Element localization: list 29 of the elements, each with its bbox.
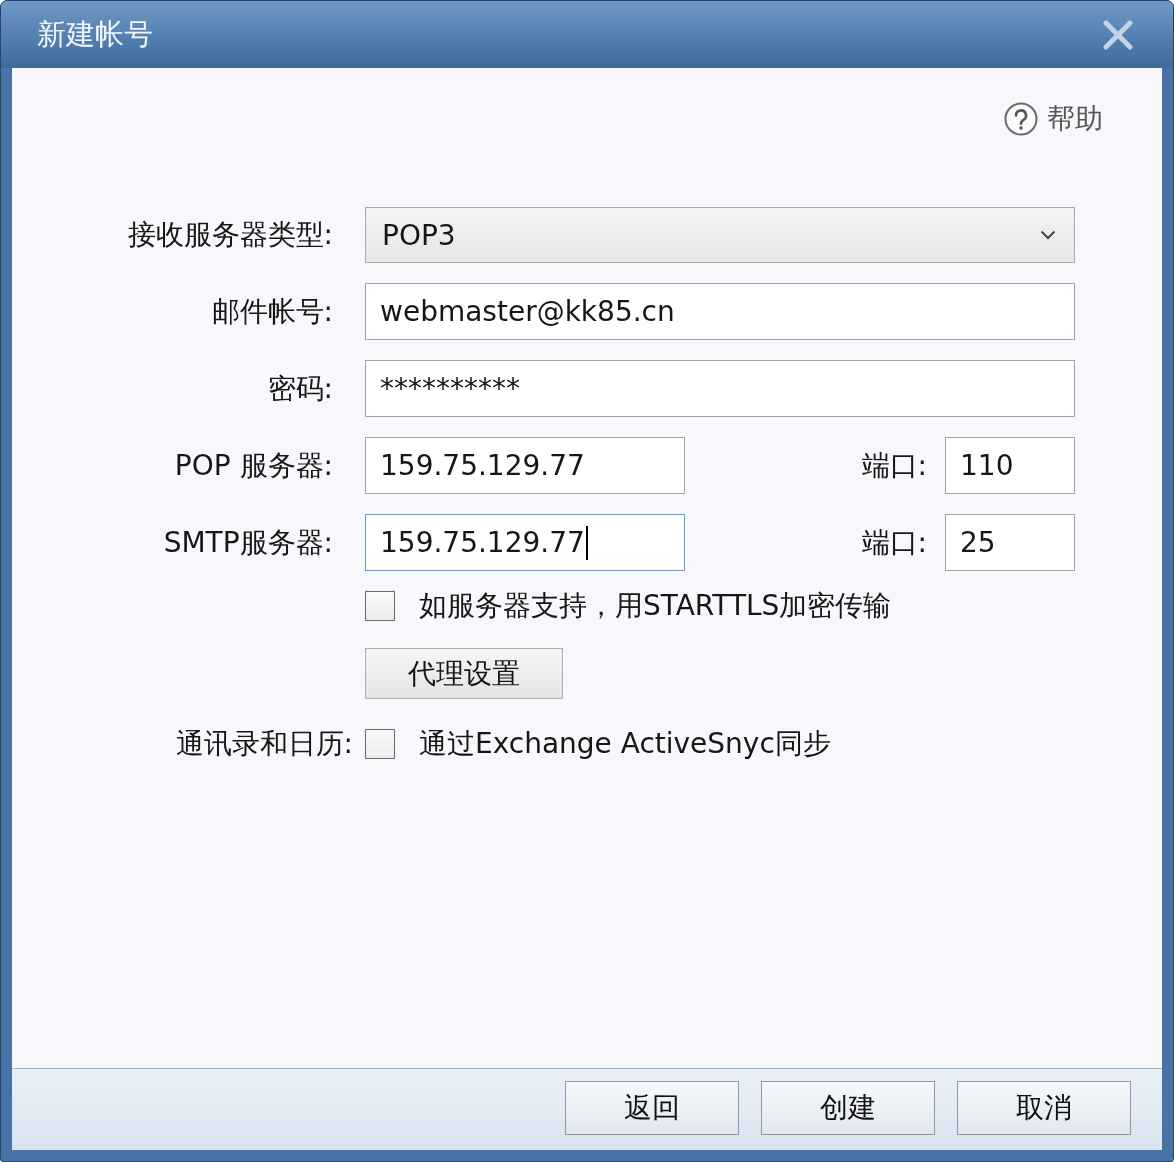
checkbox-label: 通过Exchange ActiveSnyc同步 <box>419 726 831 762</box>
port-field[interactable]: 25 <box>945 514 1075 571</box>
server-address-field[interactable]: 159.75.129.77 <box>365 437 685 494</box>
port-label: 端口: <box>861 447 927 484</box>
close-icon[interactable] <box>1103 19 1133 50</box>
sync-checkbox[interactable] <box>365 729 395 759</box>
checkbox-label: 如服务器支持，用STARTTLS加密传输 <box>419 588 892 624</box>
dialog-button[interactable]: 创建 <box>761 1081 935 1135</box>
window-title: 新建帐号 <box>37 15 153 53</box>
password-field[interactable]: ********** <box>365 360 1075 417</box>
field-label: 通讯录和日历: <box>175 726 353 762</box>
text-cursor-icon <box>585 525 588 560</box>
field-label: 密码: <box>267 370 333 407</box>
help-link[interactable]: 帮助 <box>1004 100 1103 138</box>
dialog-button[interactable]: 取消 <box>957 1081 1131 1135</box>
text-field[interactable]: webmaster@kk85.cn <box>365 283 1075 340</box>
server-type-dropdown[interactable]: POP3 <box>365 207 1075 263</box>
port-field[interactable]: 110 <box>945 437 1075 494</box>
dialog-button[interactable]: 返回 <box>565 1081 739 1135</box>
help-icon <box>1004 102 1038 136</box>
chevron-down-icon <box>1040 230 1056 240</box>
server-address-field[interactable]: 159.75.129.77 <box>365 514 685 571</box>
starttls-checkbox[interactable] <box>365 591 395 621</box>
proxy-settings-button[interactable]: 代理设置 <box>365 648 563 699</box>
field-label: 接收服务器类型: <box>127 217 333 253</box>
field-label: SMTP服务器: <box>163 524 333 561</box>
port-label: 端口: <box>861 524 927 561</box>
field-label: POP 服务器: <box>174 447 333 484</box>
field-label: 邮件帐号: <box>211 293 333 330</box>
